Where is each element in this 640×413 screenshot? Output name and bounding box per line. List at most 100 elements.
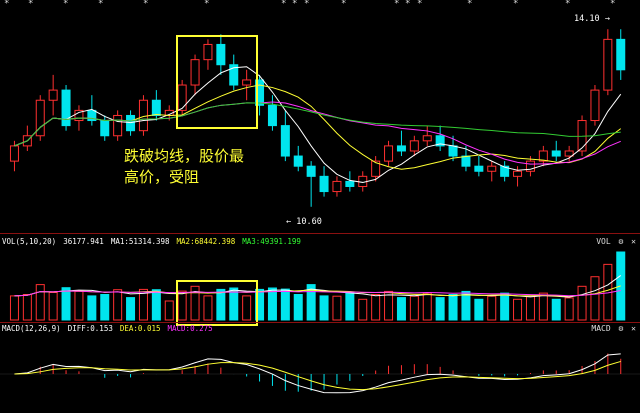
annotation-line-2: 高价，受阻	[124, 168, 200, 186]
volume-panel[interactable]: VOL(5,10,20) 36177.941 MA1:51314.398 MA2:68…	[0, 234, 640, 326]
volume-bar-down	[267, 287, 277, 321]
volume-bar-up	[525, 295, 535, 321]
event-marker[interactable]: *	[394, 0, 399, 9]
volume-bar-down	[280, 288, 290, 321]
volume-bar-down	[293, 294, 303, 321]
macd-diff: DIFF:0.153	[67, 324, 113, 333]
volume-bar-up	[9, 295, 19, 321]
volume-chart[interactable]	[0, 234, 640, 322]
volume-bar-down	[435, 297, 445, 321]
event-marker[interactable]: *	[565, 0, 570, 9]
event-marker[interactable]: *	[405, 0, 410, 9]
event-markers: * * * * * * * * * * * * * * * * *	[0, 0, 640, 10]
candle-down	[61, 89, 71, 127]
volume-bar-down	[461, 290, 471, 321]
price-chart[interactable]	[0, 0, 640, 232]
volume-bar-up	[371, 294, 381, 321]
event-marker[interactable]: *	[63, 0, 68, 9]
macd-corner-label: MACD	[591, 324, 611, 333]
macd-diff-line	[14, 353, 621, 394]
candle-up	[409, 140, 419, 152]
candle-down	[293, 155, 303, 167]
volume-controls: VOL ⚙ ✕	[593, 237, 636, 247]
volume-bar-up	[164, 300, 174, 321]
volume-bar-down	[448, 294, 458, 321]
candle-up	[332, 180, 342, 193]
volume-title: VOL(5,10,20)	[2, 237, 57, 246]
macd-dea-line	[14, 360, 621, 391]
volume-bar-up	[35, 284, 45, 321]
gear-icon[interactable]: ⚙	[619, 324, 624, 333]
volume-bar-up	[409, 295, 419, 321]
high-price-label: 14.10 →	[574, 14, 610, 24]
macd-chart[interactable]	[0, 322, 640, 413]
candle-down	[616, 38, 626, 71]
event-marker[interactable]: *	[417, 0, 422, 9]
event-marker[interactable]: *	[341, 0, 346, 9]
volume-bar-up	[538, 292, 548, 321]
volume-bar-up	[422, 292, 432, 321]
low-price-label: ← 10.60	[286, 217, 322, 227]
candle-up	[48, 89, 58, 101]
candle-up	[384, 145, 394, 162]
candle-up	[9, 145, 19, 162]
event-marker[interactable]: *	[143, 0, 148, 9]
volume-ma2: MA2:68442.398	[176, 237, 236, 246]
macd-panel[interactable]: MACD(12,26,9) DIFF:0.153 DEA:0.015 MACD:0.2…	[0, 322, 640, 413]
event-marker[interactable]: *	[281, 0, 286, 9]
volume-bar-up	[513, 298, 523, 321]
chart-annotation: 跌破均线，股价最 高价，受阻	[124, 146, 264, 188]
gear-icon[interactable]: ⚙	[619, 237, 624, 246]
volume-bar-down	[126, 297, 136, 321]
event-marker[interactable]: *	[98, 0, 103, 9]
candle-up	[590, 89, 600, 122]
candle-up	[113, 114, 123, 137]
volume-ma3: MA3:49391.199	[242, 237, 301, 246]
volume-bar-up	[358, 298, 368, 321]
event-marker[interactable]: *	[513, 0, 518, 9]
candle-down	[396, 145, 406, 152]
event-marker[interactable]: *	[28, 0, 33, 9]
macd-value: MACD:0.275	[167, 324, 213, 333]
event-marker[interactable]: *	[304, 0, 309, 9]
volume-value: 36177.941	[63, 237, 104, 246]
candle-down	[345, 180, 355, 187]
volume-bar-up	[48, 291, 58, 321]
candle-up	[513, 170, 523, 177]
volume-bar-up	[384, 290, 394, 321]
candle-up	[422, 135, 432, 142]
highlight-box	[176, 35, 258, 129]
volume-bar-down	[319, 295, 329, 321]
candle-down	[100, 120, 110, 137]
event-marker[interactable]: *	[467, 0, 472, 9]
candle-down	[151, 99, 161, 116]
volume-bar-down	[474, 298, 484, 321]
price-chart-panel[interactable]: * * * * * * * * * * * * * * * * * 跌破均线，股…	[0, 0, 640, 232]
volume-corner-label: VOL	[596, 237, 611, 246]
volume-bar-up	[74, 290, 84, 321]
volume-bar-down	[345, 292, 355, 321]
event-marker[interactable]: *	[610, 0, 615, 9]
volume-bar-up	[564, 297, 574, 321]
event-marker[interactable]: *	[4, 0, 9, 9]
candle-up	[138, 99, 148, 132]
volume-bar-down	[151, 289, 161, 321]
volume-bar-down	[87, 295, 97, 321]
close-icon[interactable]: ✕	[631, 324, 636, 333]
candle-down	[551, 150, 561, 157]
close-icon[interactable]: ✕	[631, 237, 636, 246]
macd-dea: DEA:0.015	[119, 324, 161, 333]
event-marker[interactable]: *	[204, 0, 209, 9]
volume-header: VOL(5,10,20) 36177.941 MA1:51314.398 MA2:68…	[2, 237, 308, 247]
event-marker[interactable]: *	[292, 0, 297, 9]
volume-bar-up	[113, 289, 123, 321]
candle-down	[461, 155, 471, 167]
candle-down	[267, 104, 277, 127]
candle-up	[603, 38, 613, 91]
macd-header: MACD(12,26,9) DIFF:0.153 DEA:0.015 MACD:0.2…	[2, 324, 220, 334]
volume-bar-down	[396, 297, 406, 321]
annotation-line-1: 跌破均线，股价最	[124, 147, 245, 165]
volume-bar-down	[100, 294, 110, 321]
volume-bar-up	[487, 295, 497, 321]
highlight-box	[176, 280, 258, 326]
